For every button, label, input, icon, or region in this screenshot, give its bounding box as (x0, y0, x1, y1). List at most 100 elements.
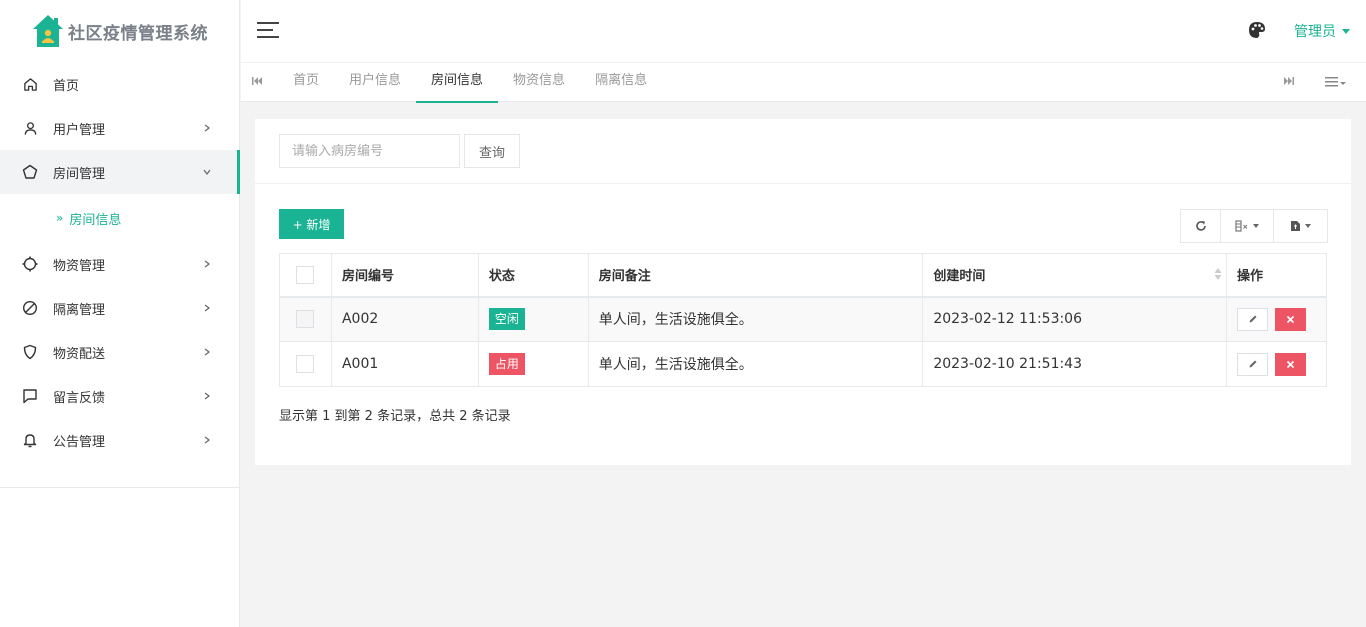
tab-options-icon[interactable] (1325, 75, 1351, 89)
close-icon (1287, 360, 1295, 368)
sidebar-item-delivery[interactable]: 物资配送 (0, 330, 239, 374)
tab-isolation-info[interactable]: 隔离信息 (580, 63, 662, 103)
chevron-right-icon (203, 304, 211, 312)
sidebar-item-notices[interactable]: 公告管理 (0, 418, 239, 462)
actions-cell (1226, 341, 1327, 387)
caret-down-icon (1253, 224, 1259, 228)
column-header-note[interactable]: 房间备注 (587, 253, 924, 298)
tab-scroll-right-icon[interactable] (1283, 75, 1297, 89)
columns-icon (1235, 220, 1248, 232)
sidebar-item-feedback[interactable]: 留言反馈 (0, 374, 239, 418)
sidebar-item-label: 用户管理 (53, 122, 106, 138)
tab-room-info[interactable]: 房间信息 (416, 63, 499, 103)
row-select-cell (279, 296, 332, 342)
house-logo-icon (32, 14, 64, 48)
column-header-label: 创建时间 (933, 269, 986, 285)
note-cell: 单人间，生活设施俱全。 (587, 341, 924, 387)
tab-supply-info[interactable]: 物资信息 (498, 63, 580, 103)
search-row: 查询 (279, 134, 520, 168)
close-icon (1287, 315, 1295, 323)
room-number-cell: A001 (330, 341, 479, 387)
tabs-bar: 首页 用户信息 房间信息 物资信息 隔离信息 (241, 62, 1366, 103)
delete-button[interactable] (1275, 352, 1307, 376)
sidebar-subitem-room-info[interactable]: » 房间信息 (0, 194, 239, 242)
double-chevron-icon: » (56, 211, 64, 225)
created-time-cell: 2023-02-12 11:53:06 (922, 296, 1228, 342)
column-header-created[interactable]: 创建时间 (922, 253, 1228, 298)
bell-icon (22, 432, 38, 448)
refresh-button[interactable] (1181, 210, 1221, 242)
edit-button[interactable] (1237, 307, 1269, 331)
row-select-cell (279, 341, 332, 387)
add-button[interactable]: + 新增 (279, 209, 344, 239)
chevron-right-icon (203, 260, 211, 268)
chevron-right-icon (203, 124, 211, 132)
status-badge: 空闲 (488, 308, 525, 331)
columns-toggle-button[interactable] (1221, 210, 1274, 242)
rooms-table: 房间编号 状态 房间备注 创建时间 操作 A002 空闲 单人间，生活设施俱全。… (279, 253, 1327, 387)
menu-toggle-icon[interactable] (257, 22, 279, 40)
user-name: 管理员 (1294, 24, 1336, 40)
caret-down-icon (1342, 28, 1350, 34)
created-time-cell: 2023-02-10 21:51:43 (922, 341, 1228, 387)
sort-icon[interactable] (1214, 267, 1222, 281)
pentagon-icon (22, 164, 38, 180)
caret-down-icon (1305, 224, 1311, 228)
sidebar-subitem-label: 房间信息 (69, 212, 122, 228)
table-row: A001 占用 单人间，生活设施俱全。 2023-02-10 21:51:43 (279, 341, 1327, 387)
sidebar-item-label: 房间管理 (53, 166, 106, 182)
shield-icon (22, 344, 38, 360)
note-cell: 单人间，生活设施俱全。 (587, 296, 924, 342)
table-header-row: 房间编号 状态 房间备注 创建时间 操作 (279, 253, 1327, 298)
home-icon (22, 76, 38, 92)
row-checkbox[interactable] (296, 355, 315, 373)
user-icon (22, 120, 38, 136)
message-icon (22, 388, 38, 404)
sidebar-item-home[interactable]: 首页 (0, 62, 239, 106)
tab-home[interactable]: 首页 (278, 63, 334, 103)
chevron-right-icon (203, 348, 211, 356)
column-header-actions: 操作 (1226, 253, 1327, 298)
sidebar-divider (0, 487, 240, 488)
sidebar-nav: 首页 用户管理 房间管理 » 房间信息 物资管理 隔离管理 物资配送 留言反馈 … (0, 62, 240, 462)
select-all-cell (279, 253, 332, 298)
export-button[interactable] (1274, 210, 1327, 242)
actions-cell (1226, 296, 1327, 342)
chevron-right-icon (203, 392, 211, 400)
search-button[interactable]: 查询 (464, 134, 520, 168)
logo[interactable]: 社区疫情管理系统 (0, 0, 239, 62)
column-header-room-number[interactable]: 房间编号 (330, 253, 479, 298)
column-header-status[interactable]: 状态 (477, 253, 589, 298)
content-panel: 查询 + 新增 房间编号 状态 房间备注 创建时间 (255, 119, 1351, 465)
table-toolbar (1180, 209, 1328, 243)
row-checkbox[interactable] (296, 310, 315, 329)
pencil-icon (1249, 360, 1257, 368)
user-menu[interactable]: 管理员 (1294, 21, 1350, 41)
status-cell: 空闲 (477, 296, 589, 342)
sidebar-item-rooms[interactable]: 房间管理 (0, 150, 240, 194)
palette-icon[interactable] (1248, 21, 1266, 39)
sidebar-item-label: 隔离管理 (53, 302, 106, 318)
sidebar-item-supplies[interactable]: 物资管理 (0, 242, 239, 286)
tab-user-info[interactable]: 用户信息 (334, 63, 416, 103)
refresh-icon (1195, 221, 1206, 231)
gear-icon (22, 256, 38, 272)
ban-icon (22, 300, 38, 316)
tab-scroll-left-icon[interactable] (251, 75, 265, 89)
select-all-checkbox[interactable] (296, 265, 315, 284)
sidebar-item-isolation[interactable]: 隔离管理 (0, 286, 239, 330)
pencil-icon (1249, 315, 1257, 323)
room-number-search-input[interactable] (279, 134, 460, 168)
sidebar: 社区疫情管理系统 首页 用户管理 房间管理 » 房间信息 物资管理 隔离管理 物… (0, 0, 240, 627)
sidebar-item-users[interactable]: 用户管理 (0, 106, 239, 150)
file-export-icon (1291, 221, 1300, 231)
app-title: 社区疫情管理系统 (68, 23, 208, 44)
sidebar-item-label: 留言反馈 (53, 390, 106, 406)
edit-button[interactable] (1237, 352, 1269, 376)
chevron-down-icon (203, 168, 211, 176)
tab-list: 首页 用户信息 房间信息 物资信息 隔离信息 (278, 63, 662, 103)
status-cell: 占用 (477, 341, 589, 387)
delete-button[interactable] (1275, 307, 1307, 331)
room-number-cell: A002 (330, 296, 479, 342)
sidebar-item-label: 首页 (53, 78, 80, 94)
